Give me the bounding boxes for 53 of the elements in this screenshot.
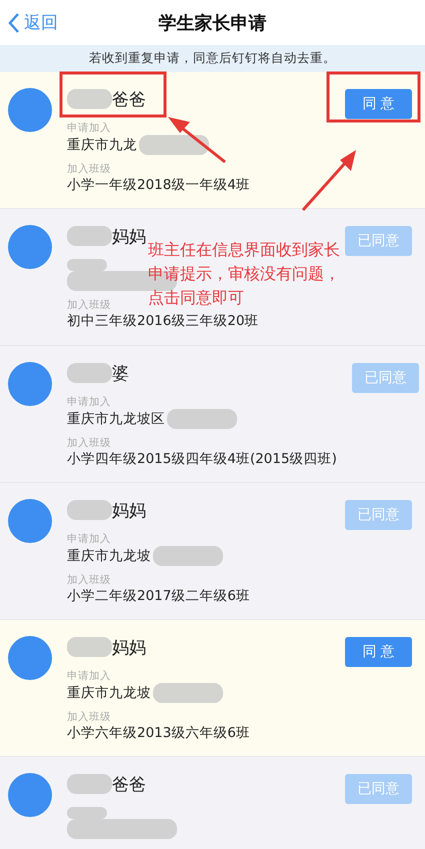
- redaction-blur: [67, 226, 112, 246]
- annotation-arrow: [168, 117, 226, 164]
- redaction-blur: [139, 135, 209, 155]
- redaction-blur: [67, 363, 112, 383]
- parent-name: 妈妈: [112, 226, 146, 248]
- agreed-button[interactable]: 已同意: [345, 500, 412, 530]
- annotation-arrow: [302, 150, 356, 211]
- field-value: 重庆市九龙坡: [67, 684, 151, 702]
- field-value: 小学二年级2017级二年级6班: [67, 587, 250, 605]
- field-value: 小学六年级2013级六年级6班: [67, 724, 250, 742]
- avatar: [8, 362, 52, 406]
- agreed-button[interactable]: 已同意: [345, 226, 412, 256]
- field-label: 申请加入: [67, 533, 111, 546]
- field-label: 申请加入: [67, 122, 111, 135]
- parent-name: 妈妈: [112, 636, 146, 658]
- field-value: 小学四年级2015级四年级4班(2015级四班): [67, 450, 337, 468]
- field-value: 重庆市九龙坡区: [67, 410, 165, 428]
- field-label: 申请加入: [67, 670, 111, 683]
- redaction-blur: [67, 774, 112, 794]
- agreed-button[interactable]: 已同意: [345, 774, 412, 804]
- avatar: [8, 225, 52, 269]
- agree-button[interactable]: 同 意: [345, 637, 412, 667]
- redaction-blur: [67, 89, 112, 109]
- field-value: 小学一年级2018级一年级4班: [67, 176, 250, 194]
- avatar: [8, 499, 52, 543]
- annotation-text: 班主任在信息界面收到家长申请提示，审核没有问题，点击同意即可: [148, 239, 341, 309]
- agree-button[interactable]: 同 意: [345, 89, 412, 119]
- field-label: 加入班级: [67, 163, 111, 176]
- parent-name: 妈妈: [112, 500, 146, 522]
- field-value: 重庆市九龙: [67, 136, 137, 154]
- chevron-left-icon: [8, 12, 20, 34]
- avatar: [8, 88, 52, 132]
- field-label: 加入班级: [67, 711, 111, 724]
- field-label: 加入班级: [67, 437, 111, 450]
- field-value: 初中三年级2016级三年级20班: [67, 312, 259, 330]
- redaction-blur: [67, 500, 112, 520]
- field-value: 重庆市九龙坡: [67, 547, 151, 565]
- back-button[interactable]: 返回: [0, 11, 58, 34]
- field-label: 申请加入: [67, 396, 111, 409]
- parent-name: 爸爸: [112, 774, 146, 796]
- redaction-blur: [67, 637, 112, 657]
- redaction-blur: [153, 683, 223, 703]
- avatar: [8, 773, 52, 817]
- field-label: 加入班级: [67, 299, 111, 312]
- notice-banner: 若收到重复申请，同意后钉钉将自动去重。: [0, 45, 425, 72]
- page-title: 学生家长申请: [158, 12, 268, 34]
- agreed-button[interactable]: 已同意: [352, 363, 419, 393]
- redaction-blur: [167, 409, 237, 429]
- field-label: 加入班级: [67, 574, 111, 587]
- avatar: [8, 636, 52, 680]
- parent-name: 婆: [112, 362, 129, 384]
- parent-name: 爸爸: [112, 88, 146, 110]
- redaction-blur: [153, 546, 223, 566]
